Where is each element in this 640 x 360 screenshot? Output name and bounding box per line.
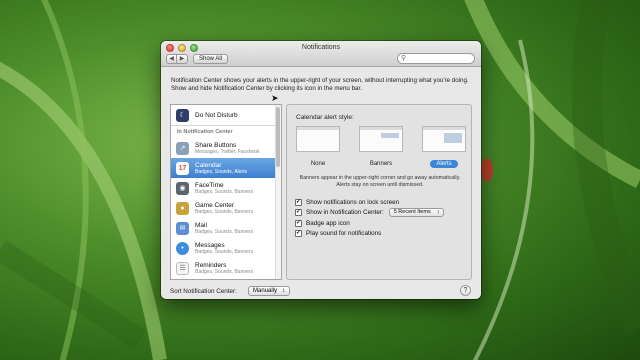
nav-buttons: ◀ ▶ — [166, 54, 188, 64]
reminders-icon: ☰ — [176, 261, 189, 275]
checkbox-checked[interactable]: ✓ — [295, 219, 302, 227]
popup-value: Manually — [253, 288, 278, 294]
popup-arrows-icon: ↕ — [282, 288, 286, 294]
checkbox-checked[interactable]: ✓ — [295, 230, 302, 238]
moon-icon: ☾ — [176, 108, 189, 122]
sidebar-item-do-not-disturb[interactable]: ☾ Do Not Disturb — [171, 105, 275, 125]
style-option-banners[interactable]: Banners — [359, 126, 403, 170]
sort-label: Sort Notification Center: — [170, 288, 237, 295]
title-bar: Notifications ◀ ▶ Show All ⚲ — [161, 41, 481, 67]
popup-value: 5 Recent Items — [393, 209, 431, 216]
game-center-icon: ● — [176, 201, 189, 215]
sidebar-item-sub: Badges, Sounds, Banners — [195, 208, 254, 215]
option-label: Badge app icon — [306, 219, 350, 227]
window-title: Notifications — [301, 44, 341, 51]
preferences-window: Notifications ◀ ▶ Show All ⚲ Notificatio… — [161, 41, 481, 299]
alert-style-description: Banners appear in the upper-right corner… — [299, 175, 461, 188]
sidebar-item-label: Reminders — [195, 261, 227, 269]
search-icon: ⚲ — [401, 55, 407, 62]
recent-items-popup[interactable]: 5 Recent Items ↕ — [388, 208, 445, 218]
sidebar-item-game-center[interactable]: ● Game Center Badges, Sounds, Banners — [171, 198, 275, 218]
option-badge-icon[interactable]: ✓ Badge app icon — [295, 218, 444, 229]
sidebar-item-label: Messages — [195, 241, 225, 249]
checkbox-checked[interactable]: ✓ — [295, 198, 302, 206]
sidebar-item-label: FaceTime — [195, 181, 224, 189]
popup-arrows-icon: ↕ — [436, 209, 440, 216]
style-option-alerts[interactable]: Alerts — [422, 126, 466, 170]
style-option-none[interactable]: None — [296, 126, 340, 170]
style-caption: Banners — [369, 161, 393, 167]
style-caption-selected: Alerts — [430, 160, 458, 168]
sidebar-item-share-buttons[interactable]: ↗ Share Buttons Messages, Twitter, Faceb… — [171, 138, 275, 158]
style-preview-alerts — [422, 126, 466, 152]
option-label: Show notifications on lock screen — [306, 198, 400, 206]
scroll-thumb[interactable] — [276, 107, 280, 167]
sidebar-item-sub: Badges, Sounds, Banners — [195, 248, 254, 255]
section-header: In Notification Center — [177, 129, 233, 135]
settings-panel: Calendar alert style: None Banners Alert… — [286, 104, 472, 280]
sidebar-item-label: Share Buttons — [195, 141, 237, 149]
sidebar-item-sub: Badges, Sounds, Banners — [195, 188, 254, 195]
option-label: Play sound for notifications — [306, 230, 382, 238]
messages-icon: • — [176, 241, 189, 255]
sidebar-item-sub: Messages, Twitter, Facebook — [195, 148, 260, 155]
forward-button[interactable]: ▶ — [177, 54, 188, 64]
show-all-button[interactable]: Show All — [193, 54, 229, 64]
style-preview-banners — [359, 126, 403, 152]
checkbox-checked[interactable]: ✓ — [295, 209, 302, 217]
app-list: ☾ Do Not Disturb In Notification Center … — [170, 104, 282, 280]
mail-icon: ✉ — [176, 221, 189, 235]
help-button[interactable]: ? — [460, 285, 471, 296]
option-show-in-center[interactable]: ✓ Show in Notification Center: 5 Recent … — [295, 208, 445, 219]
intro-text: Notification Center shows your alerts in… — [171, 77, 469, 92]
alert-style-label: Calendar alert style: — [296, 114, 354, 121]
sidebar-item-mail[interactable]: ✉ Mail Badges, Sounds, Banners — [171, 218, 275, 238]
divider — [171, 125, 275, 126]
style-preview-none — [296, 126, 340, 152]
notification-options: ✓ Show notifications on lock screen ✓ Sh… — [295, 197, 445, 240]
sidebar-item-label: Mail — [195, 221, 207, 229]
option-play-sound[interactable]: ✓ Play sound for notifications — [295, 229, 444, 240]
sidebar-item-sub: Badges, Sounds, Alerts — [195, 168, 247, 175]
option-label: Show in Notification Center: — [306, 209, 384, 217]
sidebar-scrollbar[interactable] — [275, 105, 281, 279]
back-button[interactable]: ◀ — [166, 54, 177, 64]
sidebar-item-facetime[interactable]: ◉ FaceTime Badges, Sounds, Banners — [171, 178, 275, 198]
share-icon: ↗ — [176, 141, 189, 155]
sidebar-item-messages[interactable]: • Messages Badges, Sounds, Banners — [171, 238, 275, 258]
sidebar-item-label: Do Not Disturb — [195, 111, 238, 119]
sidebar-item-sub: Badges, Sounds, Banners — [195, 228, 254, 235]
sidebar-item-label: Game Center — [195, 201, 235, 209]
sidebar-item-calendar[interactable]: 17 Calendar Badges, Sounds, Alerts — [171, 158, 275, 178]
mouse-pointer-icon: ➤ — [271, 93, 279, 103]
sidebar-item-label: Calendar — [195, 161, 222, 169]
sort-popup[interactable]: Manually ↕ — [248, 286, 291, 296]
search-field[interactable]: ⚲ — [397, 53, 475, 64]
sidebar-item-reminders[interactable]: ☰ Reminders Badges, Sounds, Banners — [171, 258, 275, 278]
alert-style-options: None Banners Alerts — [296, 126, 466, 170]
sidebar-item-sub: Badges, Sounds, Banners — [195, 268, 254, 275]
calendar-icon: 17 — [176, 161, 189, 175]
facetime-icon: ◉ — [176, 181, 189, 195]
style-caption: None — [310, 161, 326, 167]
option-lock-screen[interactable]: ✓ Show notifications on lock screen — [295, 197, 444, 208]
